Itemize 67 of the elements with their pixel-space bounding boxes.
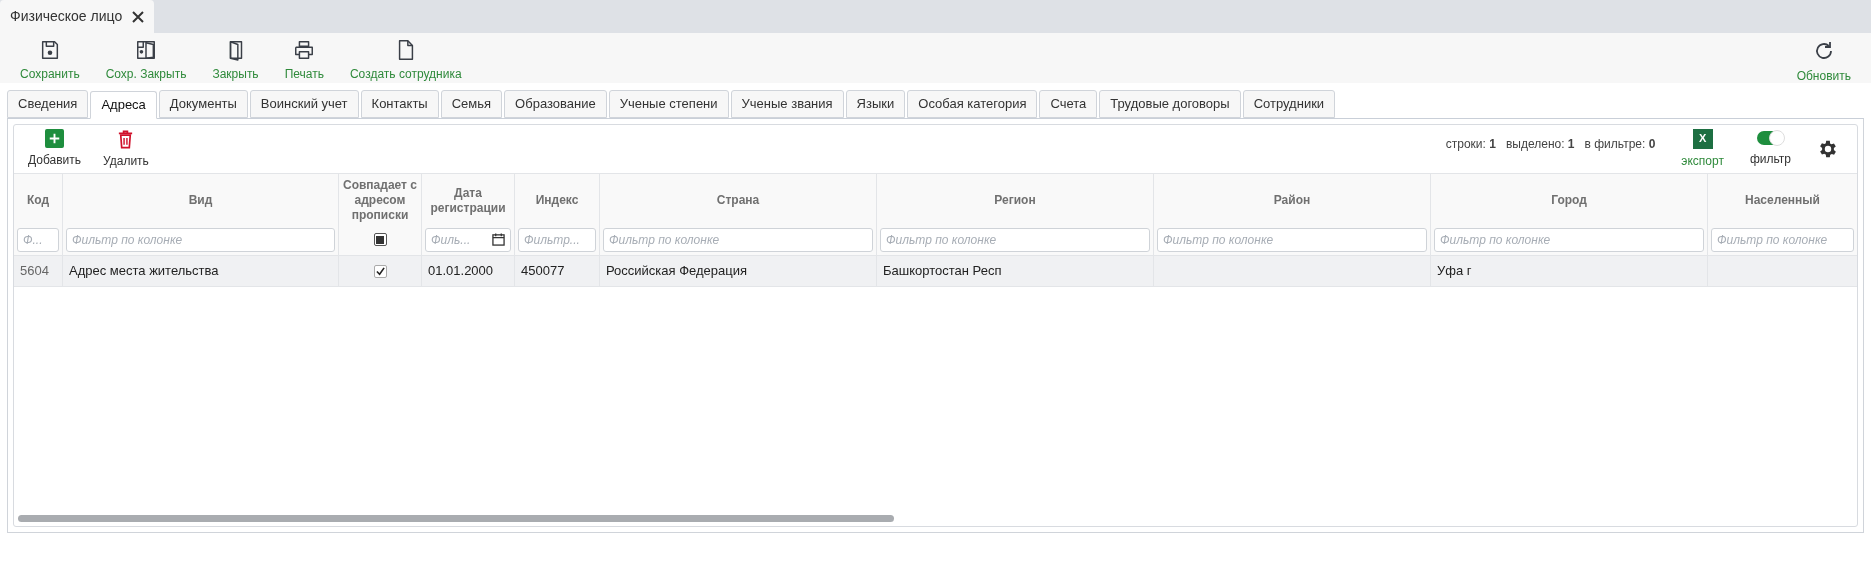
tab[interactable]: Ученые степени [608,90,729,118]
column-header[interactable]: Населенный [1743,193,1822,208]
close-icon[interactable] [132,10,145,23]
toolbar-button[interactable]: Добавить [28,128,82,170]
export-button[interactable]: X экспорт [1681,128,1724,170]
date-input[interactable]: Филь... [431,230,492,249]
filter-field[interactable]: Фильтр по колонке [1711,227,1854,252]
toolbar-button[interactable]: Сохр. Закрыть [99,39,193,83]
stat-label: строки: 1 [1445,136,1496,153]
column-header[interactable]: Район [1271,193,1313,208]
column-header[interactable]: Индекс [533,193,581,208]
table-cell-text: Башкортостан Респ [883,262,1002,281]
toolbar-button[interactable]: Обновить [1790,39,1857,85]
calendar-icon[interactable] [492,233,505,246]
filter-field[interactable]: Фильтр по колонке [66,227,335,252]
table-cell-text: Адрес места жительства [69,262,219,281]
tab[interactable]: Особая категория [907,90,1038,118]
filter-field[interactable]: Фильтр по колонке [880,227,1150,252]
tab[interactable]: Документы [158,90,248,118]
stat-label: выделено: 1 [1505,136,1575,153]
document-tab[interactable]: Физическое лицо [0,0,155,33]
toolbar-button[interactable]: Удалить [103,128,149,170]
toolbar-button[interactable]: Сохранить [14,39,86,83]
table-cell-text: Российская Федерация [606,262,748,281]
toggle-switch[interactable] [1757,130,1784,145]
tab[interactable]: Образование [504,90,607,118]
tab[interactable]: Трудовые договоры [1099,90,1241,118]
tab[interactable]: Воинский учет [249,90,359,118]
horizontal-scrollbar[interactable] [18,515,894,522]
column-header[interactable]: Дата регистрации [422,185,514,216]
toolbar-button[interactable]: Закрыть [206,39,265,83]
tab[interactable]: Ученые звания [730,90,844,118]
filter-field[interactable]: Фильтр... [518,227,596,252]
table-cell-text: 01.01.2000 [428,262,494,281]
date-filter-field[interactable]: Филь... [425,227,511,252]
filter-checkbox[interactable] [373,233,387,246]
filter-button[interactable]: фильтр [1749,130,1791,168]
tab[interactable]: Сотрудники [1242,90,1336,118]
tab[interactable]: Адреса [90,91,157,119]
table-cell-text: 5604 [20,262,49,281]
table-cell-text: 450077 [521,262,565,281]
tab[interactable]: Контакты [360,90,439,118]
column-header[interactable]: Совпадает с адресом прописки [339,178,421,223]
add-icon [45,128,64,148]
toolbar-button[interactable]: Создать сотрудника [343,39,468,83]
column-header[interactable]: Вид [186,193,215,208]
filter-field[interactable]: Фильтр по колонке [603,227,873,252]
document-door-icon [135,39,157,61]
table-cell-text: Уфа г [1437,262,1472,281]
settings-icon[interactable] [1817,138,1839,160]
stat-label: в фильтре: 0 [1584,136,1656,153]
filter-field[interactable]: Ф... [17,227,59,252]
table-row[interactable]: 5604 Адрес места жительства 01.01.2000 450077 Российская Федерация Башкортостан Респ Уфа г [14,256,1857,287]
column-header[interactable]: Регион [992,193,1038,208]
tab[interactable]: Языки [845,90,906,118]
excel-icon: X [1692,128,1713,149]
filter-field[interactable]: Фильтр по колонке [1434,227,1704,252]
column-header[interactable]: Код [24,193,52,208]
printer-icon [293,39,316,61]
checkbox[interactable] [373,264,387,278]
filter-field[interactable]: Фильтр по колонке [1157,227,1427,252]
column-header[interactable]: Страна [714,193,762,208]
tab[interactable]: Счета [1039,90,1098,118]
column-header[interactable]: Город [1549,193,1589,208]
toolbar-button[interactable]: Печать [278,39,330,83]
tab[interactable]: Сведения [7,90,89,118]
tab[interactable]: Семья [440,90,503,118]
